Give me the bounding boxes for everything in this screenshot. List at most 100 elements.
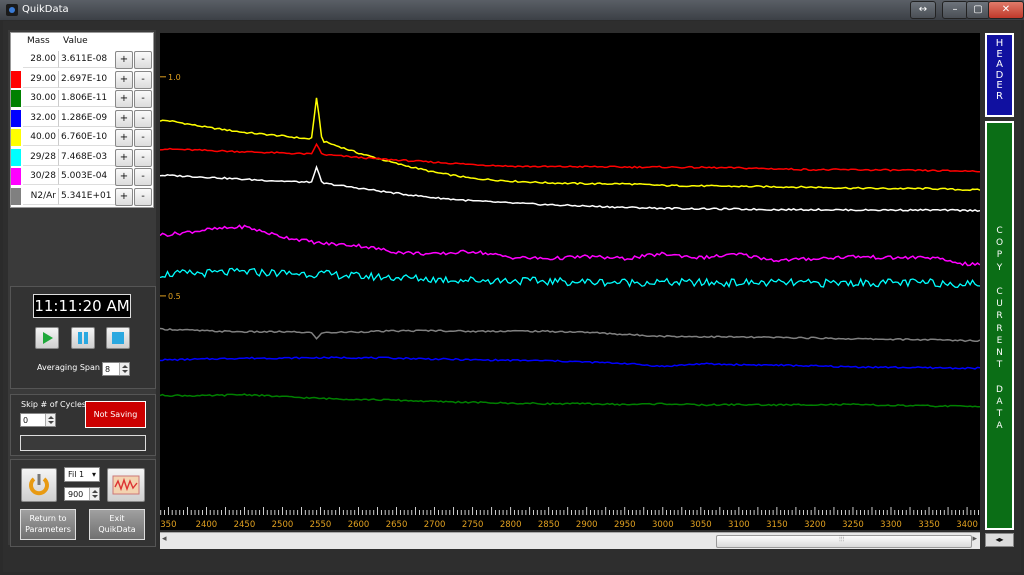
- value-cell: 1.806E-11: [59, 90, 115, 107]
- copy-button-face: COPY CURRENT DATA: [987, 123, 1012, 528]
- series-color-swatch: [11, 148, 21, 166]
- spin-arrows-icon[interactable]: [89, 488, 99, 500]
- x-tick-label: 2850: [538, 520, 560, 530]
- series-color-swatch: [11, 187, 21, 205]
- scale-up-button[interactable]: +: [115, 187, 133, 206]
- scale-down-button[interactable]: -: [134, 148, 152, 167]
- spin-arrows-icon[interactable]: [119, 363, 129, 375]
- stop-button[interactable]: [106, 327, 130, 349]
- scale-down-button[interactable]: -: [134, 129, 152, 147]
- label-letter: N: [996, 348, 1003, 359]
- maximize-button[interactable]: ▢: [966, 1, 990, 19]
- close-button[interactable]: ✕: [988, 1, 1024, 19]
- x-tick-label: 2700: [424, 520, 446, 530]
- scroll-right-icon[interactable]: ▸: [972, 534, 977, 544]
- chevron-down-icon: ▾: [91, 470, 96, 479]
- x-tick-label: 3250: [842, 520, 864, 530]
- averaging-span-label: Averaging Span: [37, 363, 100, 372]
- x-tick-label: 2900: [576, 520, 598, 530]
- mass-cell: N2/Ar: [23, 187, 59, 205]
- copy-current-data-button[interactable]: COPY CURRENT DATA: [985, 121, 1014, 530]
- horizontal-scrollbar[interactable]: ◂ ⦙⦙⦙ ▸: [160, 532, 980, 549]
- value-cell: 5.341E+01: [59, 188, 115, 205]
- label-letter: E: [996, 335, 1003, 346]
- label-letter: H: [995, 38, 1004, 49]
- x-tick-label: 2950: [614, 520, 636, 530]
- power-icon: [29, 474, 49, 496]
- stop-icon: [112, 332, 124, 344]
- series-color-swatch: [11, 90, 21, 107]
- scroll-left-icon[interactable]: ◂: [162, 534, 167, 544]
- emission-input[interactable]: 900: [64, 487, 100, 501]
- saving-toggle-button[interactable]: Not Saving: [85, 401, 146, 428]
- label-letter: U: [996, 299, 1003, 310]
- filament-power-button[interactable]: [21, 468, 57, 502]
- averaging-span-value: 8: [105, 365, 111, 374]
- scale-up-button[interactable]: +: [115, 70, 133, 89]
- waveform-button[interactable]: [107, 468, 145, 502]
- chart-plot-area: 1.0 0.5 350 2400 2450 2500 2550 2600 2650 2700 275…: [159, 33, 981, 530]
- scale-down-button[interactable]: -: [134, 51, 152, 69]
- x-tick-label: 2500: [272, 520, 294, 530]
- expand-button[interactable]: ↔: [910, 1, 936, 19]
- series-color-swatch: [11, 168, 21, 185]
- mass-row: 28.00 3.611E-08 + -: [11, 50, 153, 69]
- copy-current-data-label: COPY CURRENT DATA: [987, 123, 1012, 432]
- scale-down-button[interactable]: -: [134, 168, 152, 186]
- scale-down-button[interactable]: -: [134, 70, 152, 89]
- averaging-span-input[interactable]: 8: [102, 362, 130, 376]
- skip-cycles-input[interactable]: 0: [20, 413, 56, 427]
- scroll-toggle-button[interactable]: ◂▸: [985, 533, 1014, 547]
- play-button[interactable]: [35, 327, 59, 349]
- scale-up-button[interactable]: +: [115, 90, 133, 108]
- value-cell: 6.760E-10: [59, 129, 115, 146]
- label-letter: [987, 274, 1012, 286]
- mass-cell: 32.00: [23, 109, 59, 127]
- scale-down-button[interactable]: -: [134, 187, 152, 206]
- header-button[interactable]: HEADER: [985, 33, 1014, 117]
- label-letter: O: [995, 238, 1004, 249]
- scrollbar-thumb[interactable]: ⦙⦙⦙: [716, 534, 972, 548]
- app-icon: [6, 4, 18, 16]
- x-tick-label: 2750: [462, 520, 484, 530]
- x-tick-label: 3050: [690, 520, 712, 530]
- minimize-button[interactable]: –: [942, 1, 968, 19]
- label-letter: A: [996, 396, 1003, 407]
- series-line: [159, 224, 981, 267]
- mass-row: 32.00 1.286E-09 + -: [11, 109, 153, 128]
- label-letter: R: [996, 323, 1003, 334]
- mass-cell: 40.00: [23, 129, 59, 146]
- window-titlebar: QuikData ↔ – ▢ ✕: [0, 0, 1024, 20]
- mass-cell: 30/28: [23, 168, 59, 185]
- grip-icon: ⦙⦙⦙: [839, 534, 845, 543]
- label-letter: R: [996, 311, 1003, 322]
- filament-select-value: Fil 1: [68, 470, 85, 479]
- scale-down-button[interactable]: -: [134, 90, 152, 108]
- play-icon: [43, 332, 53, 344]
- filament-select[interactable]: Fil 1 ▾: [64, 467, 100, 482]
- spin-arrows-icon[interactable]: [45, 414, 55, 426]
- scale-up-button[interactable]: +: [115, 109, 133, 128]
- mass-cell: 29/28: [23, 148, 59, 166]
- scale-up-button[interactable]: +: [115, 148, 133, 167]
- x-tick-label: 3350: [918, 520, 940, 530]
- scale-down-button[interactable]: -: [134, 109, 152, 128]
- mass-cell: 30.00: [23, 90, 59, 107]
- series-line: [159, 327, 981, 343]
- exit-button[interactable]: Exit QuikData: [89, 509, 145, 540]
- skip-cycles-label: Skip # of Cycles: [21, 400, 87, 409]
- label-letter: C: [996, 226, 1003, 236]
- scale-up-button[interactable]: +: [115, 168, 133, 186]
- label-letter: C: [996, 287, 1003, 298]
- scale-up-button[interactable]: +: [115, 129, 133, 147]
- time-series-chart: 1.0 0.5 350 2400 2450 2500 2550 2600 2650 2700 275…: [159, 73, 981, 530]
- scale-up-button[interactable]: +: [115, 51, 133, 69]
- mass-row: 30.00 1.806E-11 + -: [11, 89, 153, 108]
- mass-row: N2/Ar 5.341E+01 + -: [11, 187, 153, 206]
- exit-label: Exit QuikData: [98, 514, 136, 534]
- return-to-parameters-button[interactable]: Return to Parameters: [20, 509, 76, 540]
- x-tick-label: 2400: [196, 520, 218, 530]
- x-tick-label: 3150: [766, 520, 788, 530]
- x-tick-label: 3000: [652, 520, 674, 530]
- pause-button[interactable]: [71, 327, 95, 349]
